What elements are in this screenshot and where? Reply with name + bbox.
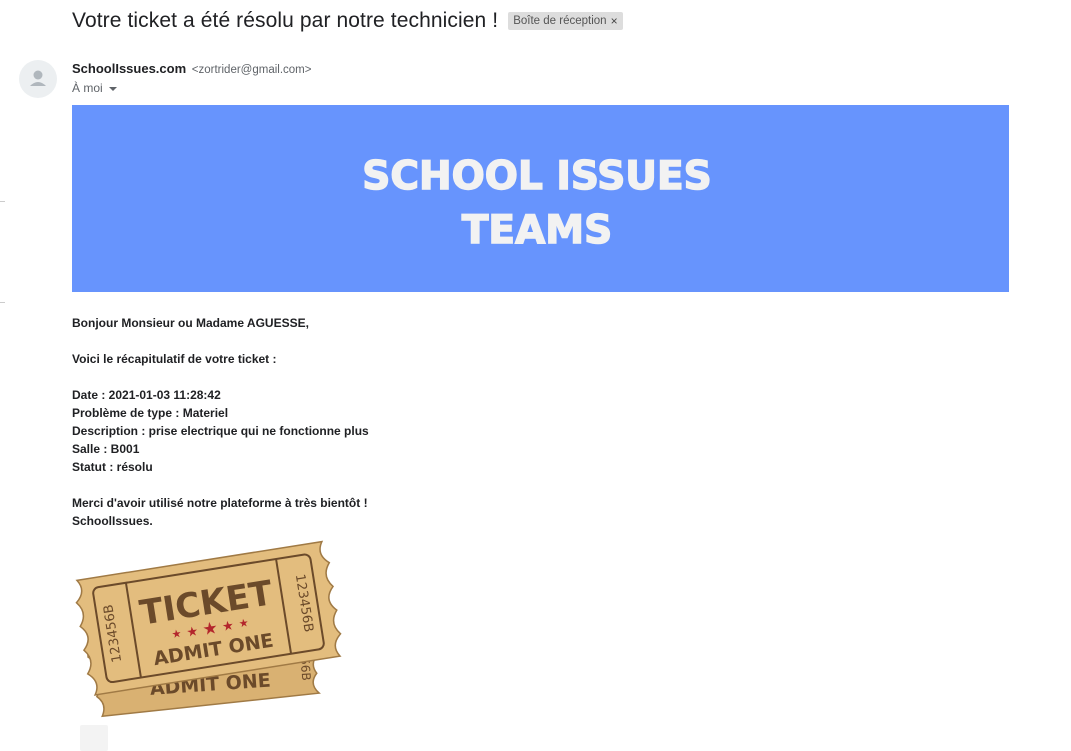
recipient-toggle[interactable]: À moi: [72, 81, 117, 95]
date-line: Date : 2021-01-03 11:28:42: [72, 388, 221, 402]
banner-title-line1: SCHOOL ISSUES: [362, 154, 711, 199]
remove-label-button[interactable]: ×: [611, 14, 618, 28]
email-subject-row: Votre ticket a été résolu par notre tech…: [72, 7, 623, 35]
caret-down-icon: [108, 87, 117, 91]
message-body: Bonjour Monsieur ou Madame AGUESSE, Voic…: [72, 314, 772, 530]
image-download-icon[interactable]: [80, 725, 108, 751]
sender-name[interactable]: SchoolIssues.com: [72, 61, 186, 76]
svg-text:★: ★: [238, 617, 250, 630]
intro-line: Voici le récapitulatif de votre ticket :: [72, 352, 277, 366]
type-line: Problème de type : Materiel: [72, 406, 229, 420]
ticket-graphic: ADMIT ONE 56B TICKET ★ ★ ★ ★ ★ ADMIT ONE…: [75, 540, 342, 718]
edge-mark: [0, 201, 5, 202]
inbox-label-chip[interactable]: Boîte de réception ×: [508, 12, 623, 30]
banner-graphic: SCHOOL ISSUES TEAMS: [362, 153, 713, 254]
sender-line: SchoolIssues.com <zortrider@gmail.com>: [72, 61, 311, 76]
svg-text:★: ★: [185, 623, 199, 640]
svg-text:★: ★: [171, 628, 183, 641]
svg-text:★: ★: [221, 618, 235, 635]
greeting-line: Bonjour Monsieur ou Madame AGUESSE,: [72, 316, 309, 330]
ticket-image: ADMIT ONE 56B TICKET ★ ★ ★ ★ ★ ADMIT ONE…: [70, 530, 355, 722]
email-subject: Votre ticket a été résolu par notre tech…: [72, 9, 499, 32]
svg-text:★: ★: [201, 618, 219, 639]
room-line: Salle : B001: [72, 442, 140, 456]
status-line: Statut : résolu: [72, 460, 153, 474]
signature-line: SchoolIssues.: [72, 514, 153, 528]
banner-title-line2: TEAMS: [462, 208, 612, 253]
sender-email: <zortrider@gmail.com>: [191, 64, 312, 76]
inbox-label-text: Boîte de réception: [513, 15, 607, 27]
person-icon: [30, 70, 46, 86]
email-banner: SCHOOL ISSUES TEAMS: [72, 105, 1009, 292]
thanks-line: Merci d'avoir utilisé notre plateforme à…: [72, 496, 368, 510]
recipient-text: À moi: [72, 81, 103, 95]
description-line: Description : prise electrique qui ne fo…: [72, 424, 369, 438]
edge-mark: [0, 302, 5, 303]
sender-avatar[interactable]: [19, 60, 57, 98]
